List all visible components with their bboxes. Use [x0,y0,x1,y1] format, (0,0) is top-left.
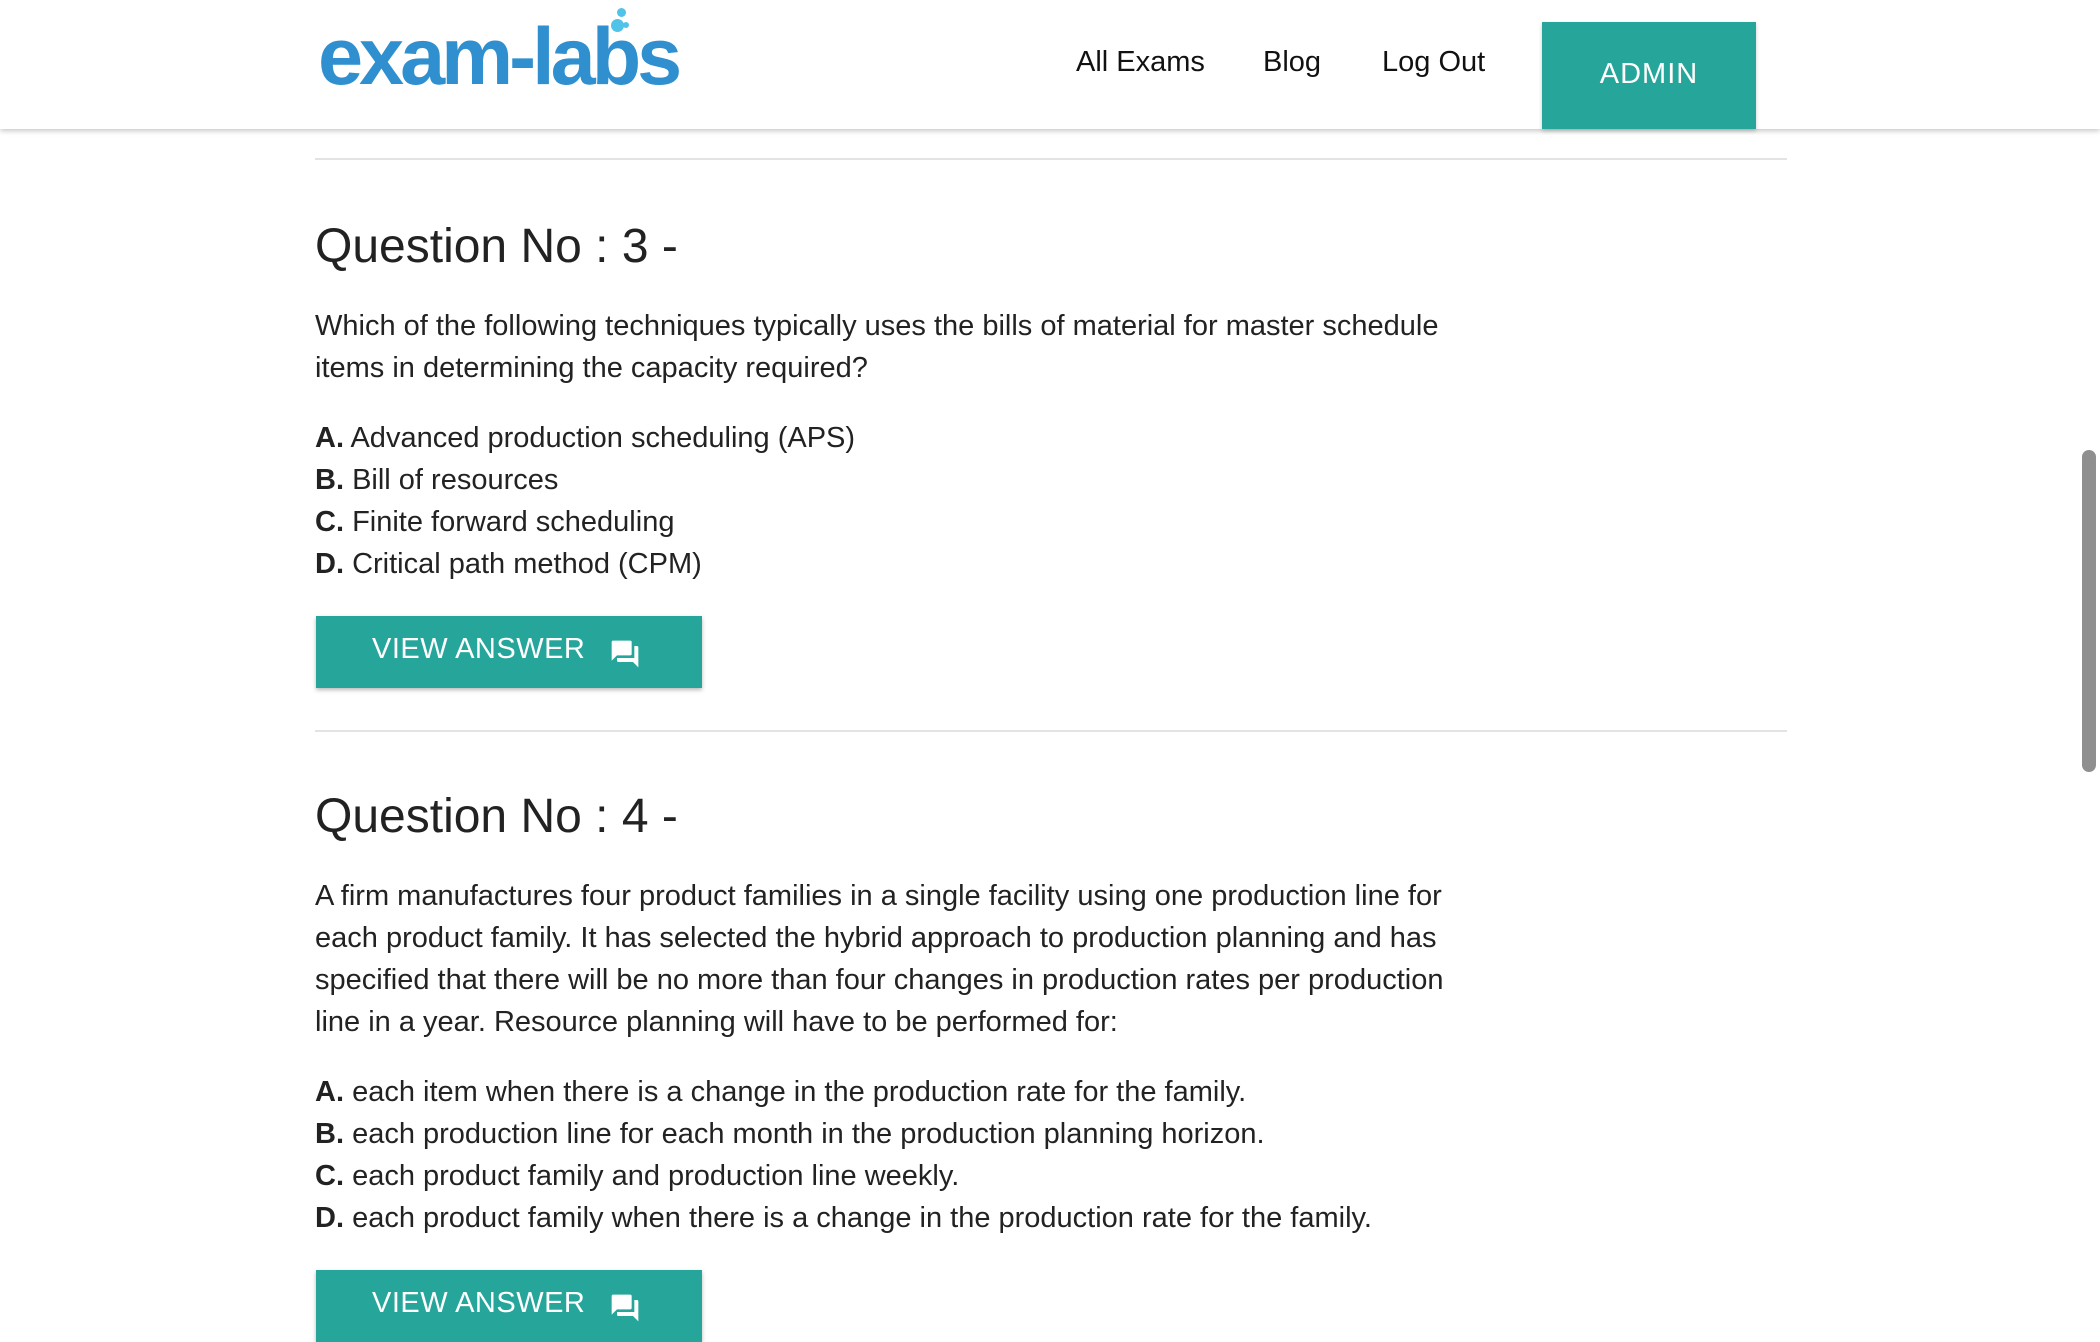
option-c: C. each product family and production li… [315,1155,1372,1197]
question-text: Which of the following techniques typica… [315,310,1439,384]
answer-options: A. Advanced production scheduling (APS) … [315,417,855,585]
question-text: A firm manufactures four product familie… [315,880,1444,1038]
option-a: A. Advanced production scheduling (APS) [315,417,855,459]
forum-icon [611,1294,639,1322]
scrollbar-thumb[interactable] [2082,450,2096,772]
section-divider [315,730,1787,732]
answer-options: A. each item when there is a change in t… [315,1071,1372,1239]
option-text: each product family when there is a chan… [352,1202,1372,1234]
site-header: exam-labs All Exams Blog Log Out ADMIN [0,0,2100,129]
option-letter: A. [315,422,344,454]
option-d: D. each product family when there is a c… [315,1197,1372,1239]
option-text: Critical path method (CPM) [352,548,702,580]
option-a: A. each item when there is a change in t… [315,1071,1372,1113]
option-b: B. each production line for each month i… [315,1113,1372,1155]
option-text: Finite forward scheduling [352,506,675,538]
option-letter: B. [315,464,344,496]
question-title: Question No : 3 - [315,220,678,273]
option-letter: A. [315,1076,344,1108]
bubble-dots-icon [603,8,633,38]
nav-blog[interactable]: Blog [1263,40,1321,84]
nav-log-out[interactable]: Log Out [1382,40,1485,84]
option-letter: D. [315,1202,344,1234]
forum-icon [611,640,639,668]
option-c: C. Finite forward scheduling [315,501,855,543]
option-text: Advanced production scheduling (APS) [350,422,856,454]
option-text: each item when there is a change in the … [352,1076,1247,1108]
option-letter: C. [315,1160,344,1192]
admin-button-label: ADMIN [1599,58,1699,90]
option-letter: B. [315,1118,344,1150]
option-letter: D. [315,548,344,580]
exam-labs-logo[interactable]: exam-labs [318,8,682,102]
option-b: B. Bill of resources [315,459,855,501]
option-d: D. Critical path method (CPM) [315,543,855,585]
option-text: each product family and production line … [352,1160,960,1192]
view-answer-label: VIEW ANSWER [372,1287,586,1319]
view-answer-label: VIEW ANSWER [372,633,586,665]
option-text: each production line for each month in t… [352,1118,1265,1150]
view-answer-button[interactable]: VIEW ANSWER [316,1270,702,1342]
view-answer-button[interactable]: VIEW ANSWER [316,616,702,688]
option-text: Bill of resources [352,464,559,496]
question-title: Question No : 4 - [315,790,678,843]
admin-button[interactable]: ADMIN [1542,22,1756,129]
section-divider [315,158,1787,160]
option-letter: C. [315,506,344,538]
nav-all-exams[interactable]: All Exams [1076,40,1205,84]
